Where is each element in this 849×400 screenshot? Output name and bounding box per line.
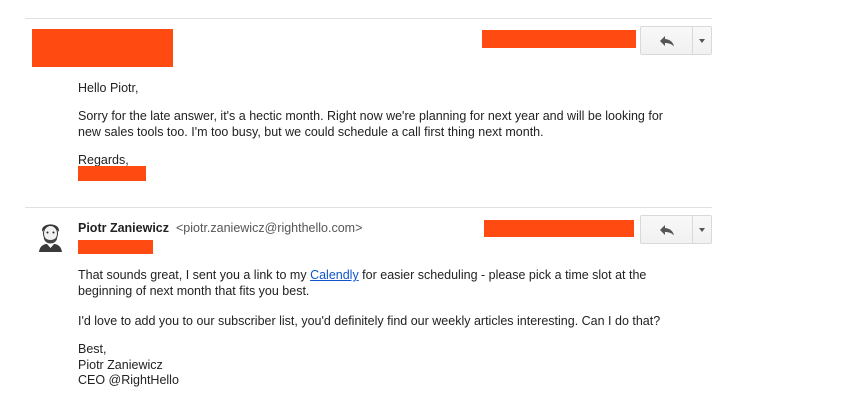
message1-signoff: Regards, <box>78 153 129 167</box>
calendly-link[interactable]: Calendly <box>310 268 359 282</box>
chevron-down-icon <box>699 38 705 43</box>
redacted-recipient <box>78 240 153 254</box>
signature-title: CEO @RightHello <box>78 373 179 387</box>
signature-name: Piotr Zaniewicz <box>78 358 163 372</box>
body-text: That sounds great, I sent you a link to … <box>78 268 311 282</box>
message1-greeting: Hello Piotr, <box>78 81 139 95</box>
chevron-down-icon <box>699 227 705 232</box>
message2-body1-line2: beginning of next month that fits you be… <box>78 284 310 298</box>
sender-name: Piotr Zaniewicz <box>78 221 169 235</box>
redacted-signature <box>78 166 146 181</box>
avatar <box>33 218 67 252</box>
message2-signoff: Best, <box>78 342 107 356</box>
message2-actions <box>640 215 712 244</box>
top-divider <box>25 18 712 19</box>
sender-email: <piotr.zaniewicz@righthello.com> <box>176 221 363 235</box>
redacted-date <box>484 220 634 237</box>
message1-actions <box>640 26 712 55</box>
message1-more-button[interactable] <box>693 27 711 54</box>
message2-body1-line1: That sounds great, I sent you a link to … <box>78 267 698 283</box>
redacted-sender-name <box>32 29 173 67</box>
message2-more-button[interactable] <box>693 216 711 243</box>
reply-arrow-icon <box>659 224 674 235</box>
message1-body-line1: Sorry for the late answer, it's a hectic… <box>78 109 663 123</box>
message2-reply-button[interactable] <box>641 216 693 243</box>
message2-body2: I'd love to add you to our subscriber li… <box>78 314 661 328</box>
message-divider <box>25 207 712 208</box>
message1-reply-button[interactable] <box>641 27 693 54</box>
reply-arrow-icon <box>659 35 674 46</box>
body-text: for easier scheduling - please pick a ti… <box>358 268 647 282</box>
message1-body-line2: new sales tools too. I'm too busy, but w… <box>78 125 544 139</box>
redacted-date <box>482 30 636 48</box>
